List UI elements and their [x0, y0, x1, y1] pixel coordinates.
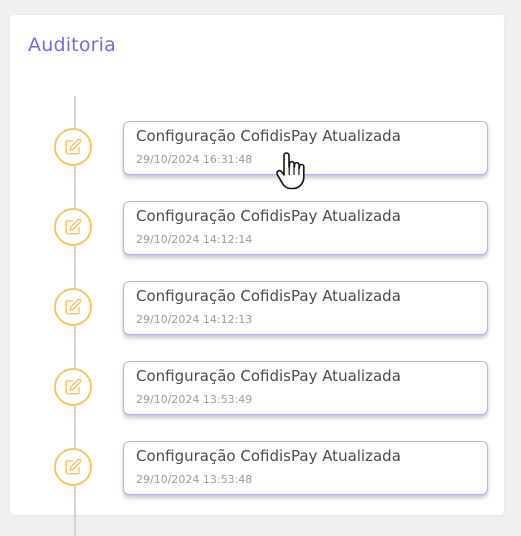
audit-entry-card[interactable]: Configuração CofidisPay Atualizada 29/10… [123, 281, 488, 335]
edit-icon [65, 378, 82, 395]
timeline-entry: Configuração CofidisPay Atualizada 29/10… [10, 121, 504, 177]
timeline-entry: Configuração CofidisPay Atualizada 29/10… [10, 441, 504, 497]
audit-entry-card[interactable]: Configuração CofidisPay Atualizada 29/10… [123, 361, 488, 415]
edit-icon-marker [54, 368, 92, 406]
edit-icon-marker [54, 448, 92, 486]
entry-timestamp: 29/10/2024 13:53:48 [136, 473, 253, 486]
panel-title: Auditoria [28, 34, 116, 56]
entry-title: Configuração CofidisPay Atualizada [136, 287, 401, 305]
entry-timestamp: 29/10/2024 16:31:48 [136, 153, 253, 166]
edit-icon [65, 138, 82, 155]
audit-entry-card[interactable]: Configuração CofidisPay Atualizada 29/10… [123, 201, 488, 255]
entry-title: Configuração CofidisPay Atualizada [136, 127, 401, 145]
audit-entry-card[interactable]: Configuração CofidisPay Atualizada 29/10… [123, 121, 488, 175]
timeline-entry: Configuração CofidisPay Atualizada 29/10… [10, 201, 504, 257]
entry-timestamp: 29/10/2024 13:53:49 [136, 393, 253, 406]
audit-panel: Auditoria Configuração CofidisPay Atuali… [10, 15, 504, 536]
edit-icon-marker [54, 288, 92, 326]
entry-title: Configuração CofidisPay Atualizada [136, 367, 401, 385]
edit-icon [65, 298, 82, 315]
entry-title: Configuração CofidisPay Atualizada [136, 447, 401, 465]
edit-icon-marker [54, 128, 92, 166]
audit-entry-card[interactable]: Configuração CofidisPay Atualizada 29/10… [123, 441, 488, 495]
edit-icon-marker [54, 208, 92, 246]
edit-icon [65, 458, 82, 475]
entry-timestamp: 29/10/2024 14:12:14 [136, 233, 253, 246]
entry-title: Configuração CofidisPay Atualizada [136, 207, 401, 225]
timeline-entry: Configuração CofidisPay Atualizada 29/10… [10, 281, 504, 337]
entry-timestamp: 29/10/2024 14:12:13 [136, 313, 253, 326]
timeline-entry: Configuração CofidisPay Atualizada 29/10… [10, 361, 504, 417]
edit-icon [65, 218, 82, 235]
